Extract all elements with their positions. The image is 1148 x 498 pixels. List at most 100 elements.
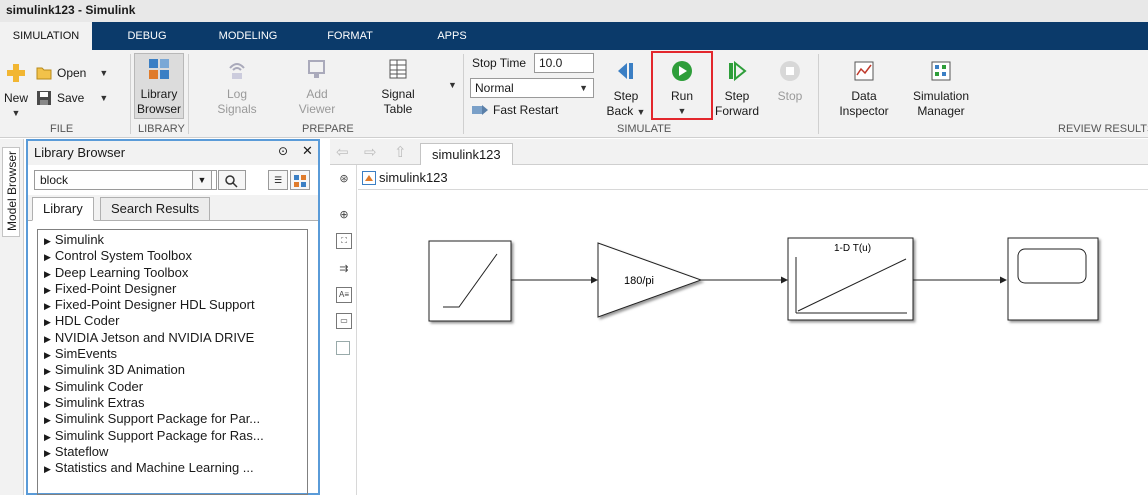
signal-line[interactable] <box>913 276 1007 284</box>
new-button[interactable]: New ▼ <box>2 62 30 121</box>
expand-triangle-icon[interactable]: ▶ <box>44 399 51 409</box>
hide-explorer-icon[interactable]: ⊛ <box>336 171 352 187</box>
library-tree-item[interactable]: ▶ SimEvents <box>38 346 307 362</box>
tab-modeling[interactable]: MODELING <box>212 22 284 50</box>
tab-library[interactable]: Library <box>32 197 94 221</box>
arrow-direction-icon[interactable]: ⇉ <box>336 261 352 277</box>
simulation-mode-select[interactable]: Normal ▼ <box>470 78 594 98</box>
library-browser-button[interactable]: Library Browser <box>134 53 184 119</box>
chevron-down-icon: ▼ <box>99 68 109 78</box>
step-back-label-1: Step <box>613 89 639 103</box>
expand-triangle-icon[interactable]: ▶ <box>44 350 51 360</box>
library-tree-item[interactable]: ▶ HDL Coder <box>38 313 307 329</box>
library-tree-item[interactable]: ▶ Simulink Extras <box>38 395 307 411</box>
expand-triangle-icon[interactable]: ▶ <box>44 448 51 458</box>
back-arrow-icon[interactable]: ⇦ <box>336 143 349 161</box>
add-viewer-label-1: Add <box>306 87 328 101</box>
up-arrow-icon[interactable]: ⇧ <box>394 143 407 161</box>
step-back-button[interactable]: Step Back ▼ <box>604 60 648 120</box>
library-tree-item[interactable]: ▶ Deep Learning Toolbox <box>38 265 307 281</box>
signal-line[interactable] <box>701 276 788 284</box>
gain-block[interactable]: 180/pi <box>597 242 703 318</box>
canvas-tool-palette: ⊛ ⊕ ⛶ ⇉ A≡ ▭ <box>330 165 357 495</box>
add-viewer-button[interactable]: Add Viewer <box>292 58 342 117</box>
tab-debug[interactable]: DEBUG <box>118 22 176 50</box>
simulation-manager-button[interactable]: Simulation Manager <box>908 60 974 119</box>
library-tree-item[interactable]: ▶ Fixed-Point Designer HDL Support <box>38 297 307 313</box>
library-tree-item[interactable]: ▶ Simulink <box>38 232 307 248</box>
fast-restart-toggle[interactable]: Fast Restart <box>472 103 558 117</box>
tab-simulation[interactable]: SIMULATION <box>0 22 92 50</box>
library-tree-item[interactable]: ▶ Fixed-Point Designer <box>38 281 307 297</box>
expand-triangle-icon[interactable]: ▶ <box>44 269 51 279</box>
prepare-expand-icon[interactable]: ▼ <box>448 80 457 90</box>
fit-to-view-icon[interactable]: ⛶ <box>336 233 352 249</box>
library-search-input[interactable]: block <box>34 170 217 190</box>
section-divider <box>130 54 131 134</box>
library-tree-item[interactable]: ▶ Stateflow <box>38 444 307 460</box>
ramp-block[interactable] <box>428 240 512 322</box>
annotation-icon[interactable]: A≡ <box>336 287 352 303</box>
expand-triangle-icon[interactable]: ▶ <box>44 366 51 376</box>
open-button[interactable]: Open ▼ <box>36 66 108 80</box>
expand-triangle-icon[interactable]: ▶ <box>44 334 51 344</box>
grid-view-button[interactable] <box>290 170 310 190</box>
library-tree-item[interactable]: ▶ Simulink Coder <box>38 379 307 395</box>
expand-triangle-icon[interactable]: ▶ <box>44 415 51 425</box>
library-tree: ▶ Simulink ▶ Control System Toolbox ▶ Deep Le… <box>37 229 308 495</box>
expand-triangle-icon[interactable]: ▶ <box>44 252 51 262</box>
prepare-section-label: PREPARE <box>302 123 354 135</box>
tab-apps[interactable]: APPS <box>428 22 476 50</box>
stop-icon <box>780 61 800 81</box>
library-tree-item[interactable]: ▶ Simulink Support Package for Ras... <box>38 428 307 444</box>
lookup-table-block[interactable]: 1-D T(u) <box>787 237 914 321</box>
area-icon[interactable] <box>336 341 350 355</box>
run-button[interactable]: Run ▼ <box>656 60 708 119</box>
search-history-dropdown[interactable]: ▼ <box>192 170 212 190</box>
stop-button[interactable]: Stop <box>772 60 808 104</box>
close-icon[interactable]: ✕ <box>302 143 313 159</box>
ribbon-tabbar: SIMULATION DEBUG MODELING FORMAT APPS <box>0 22 1148 50</box>
library-tree-item[interactable]: ▶ Simulink Support Package for Par... <box>38 411 307 427</box>
library-tree-item-label: Control System Toolbox <box>54 248 192 264</box>
library-tree-item-label: Stateflow <box>54 443 109 459</box>
image-icon[interactable]: ▭ <box>336 313 352 329</box>
expand-triangle-icon[interactable]: ▶ <box>44 432 51 442</box>
tab-format[interactable]: FORMAT <box>318 22 382 50</box>
signal-table-button[interactable]: Signal Table <box>372 58 424 117</box>
signal-line[interactable] <box>511 276 598 284</box>
expand-triangle-icon[interactable]: ▶ <box>44 464 51 474</box>
panel-menu-icon[interactable]: ⊙ <box>278 144 288 158</box>
expand-triangle-icon[interactable]: ▶ <box>44 317 51 327</box>
step-forward-icon <box>729 60 747 82</box>
library-tree-item[interactable]: ▶ NVIDIA Jetson and NVIDIA DRIVE <box>38 330 307 346</box>
search-options-button[interactable] <box>218 170 246 190</box>
step-forward-button[interactable]: Step Forward <box>714 60 760 119</box>
model-icon <box>362 171 376 185</box>
expand-triangle-icon[interactable]: ▶ <box>44 383 51 393</box>
ribbon-toolstrip: New ▼ Open ▼ Save ▼ FILE Library Browser… <box>0 50 1148 138</box>
breadcrumb[interactable]: simulink123 <box>379 170 448 185</box>
forward-arrow-icon[interactable]: ⇨ <box>364 143 377 161</box>
file-section-label: FILE <box>50 123 74 135</box>
library-tree-item[interactable]: ▶ Simulink 3D Animation <box>38 362 307 378</box>
scope-block[interactable] <box>1007 237 1099 321</box>
log-signals-icon <box>229 63 245 79</box>
expand-triangle-icon[interactable]: ▶ <box>44 301 51 311</box>
expand-triangle-icon[interactable]: ▶ <box>44 285 51 295</box>
stop-label: Stop <box>777 89 803 103</box>
list-view-button[interactable]: ☰ <box>268 170 288 190</box>
stop-time-label: Stop Time <box>472 56 527 70</box>
log-signals-button[interactable]: Log Signals <box>212 58 262 117</box>
library-tree-item[interactable]: ▶ Control System Toolbox <box>38 248 307 264</box>
data-inspector-button[interactable]: Data Inspector <box>836 60 892 119</box>
tab-search-results[interactable]: Search Results <box>100 197 211 221</box>
model-canvas[interactable]: 180/pi 1-D T(u) <box>358 191 1148 495</box>
library-tree-item[interactable]: ▶ Statistics and Machine Learning ... <box>38 460 307 476</box>
model-browser-tab[interactable]: Model Browser <box>2 147 20 237</box>
model-tab[interactable]: simulink123 <box>420 143 513 165</box>
stop-time-input[interactable]: 10.0 <box>534 53 594 73</box>
save-button[interactable]: Save ▼ <box>36 90 108 106</box>
expand-triangle-icon[interactable]: ▶ <box>44 236 51 246</box>
zoom-icon[interactable]: ⊕ <box>336 207 352 223</box>
